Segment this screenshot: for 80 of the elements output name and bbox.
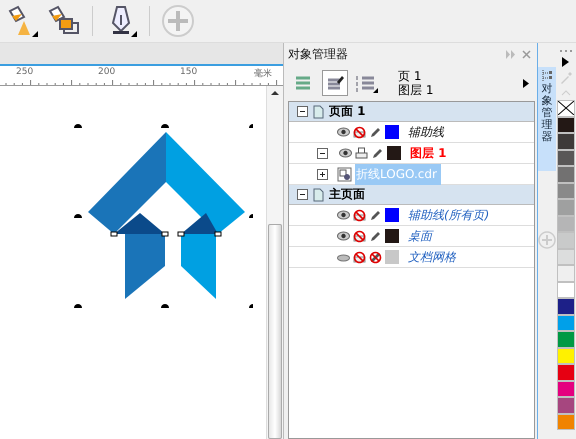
object-tree-icon: [541, 69, 553, 83]
layer-color-swatch[interactable]: [385, 229, 399, 243]
collapse-toggle[interactable]: [317, 148, 328, 158]
layers-pencil-icon: [326, 74, 344, 92]
eye-icon[interactable]: [337, 231, 350, 241]
eye-icon[interactable]: [337, 210, 350, 220]
pencil-icon[interactable]: [369, 126, 382, 138]
layer-color-swatch[interactable]: [385, 208, 399, 222]
color-swatch[interactable]: [557, 116, 575, 133]
page-name: 主页面: [329, 186, 365, 203]
docker-tab[interactable]: 对象管理器: [538, 67, 556, 171]
collapse-toggle[interactable]: [297, 106, 308, 117]
color-swatch[interactable]: [557, 265, 575, 282]
closed-eye-icon[interactable]: [337, 252, 350, 262]
color-swatch[interactable]: [557, 232, 575, 248]
color-swatch[interactable]: [557, 380, 575, 397]
ruler-unit: 毫米: [254, 67, 272, 80]
no-print-icon[interactable]: [353, 126, 366, 138]
no-color-swatch[interactable]: [557, 100, 575, 116]
edit-layers-button[interactable]: [322, 70, 348, 96]
ruler-label: 200: [98, 67, 116, 77]
layer-row[interactable]: 辅助线(所有页): [289, 205, 534, 226]
printer-icon[interactable]: [355, 146, 368, 160]
layer-color-swatch[interactable]: [385, 125, 399, 139]
collapse-toggle[interactable]: [297, 189, 308, 200]
color-swatch[interactable]: [557, 414, 575, 430]
layer-color-swatch[interactable]: [385, 250, 399, 264]
palette-options-icon[interactable]: [559, 49, 573, 53]
page-icon: [313, 188, 324, 202]
vertical-scrollbar[interactable]: [266, 86, 283, 439]
color-swatch[interactable]: [557, 282, 575, 298]
layer-row[interactable]: 辅助线: [289, 122, 534, 143]
color-swatch[interactable]: [557, 298, 575, 314]
color-swatch[interactable]: [557, 248, 575, 265]
pencil-icon[interactable]: [371, 146, 384, 160]
ruler-label: 250: [16, 67, 34, 77]
color-swatch[interactable]: [557, 216, 575, 232]
pencil-icon[interactable]: [369, 208, 382, 222]
layer-name: 辅助线(所有页): [408, 206, 490, 224]
panel-menu-icon[interactable]: [523, 78, 529, 88]
color-swatch[interactable]: [557, 364, 575, 380]
color-swatch[interactable]: [557, 314, 575, 331]
expand-toggle[interactable]: [317, 168, 328, 180]
color-swatch[interactable]: [557, 348, 575, 364]
eye-icon[interactable]: [339, 148, 352, 158]
color-swatch[interactable]: [557, 133, 575, 150]
page-icon: [313, 104, 324, 118]
numbered-layers-icon: [356, 73, 378, 93]
page-row[interactable]: 页面 1: [289, 102, 534, 122]
no-print-icon[interactable]: [353, 208, 366, 222]
layer-name: 桌面: [408, 228, 432, 244]
panel-title: 对象管理器: [288, 46, 348, 62]
page-name: 页面 1: [329, 103, 366, 120]
current-page: 页 1: [398, 69, 422, 83]
scroll-up-icon[interactable]: [271, 90, 279, 96]
color-swatch[interactable]: [557, 150, 575, 166]
pencil-icon[interactable]: [369, 230, 382, 242]
no-print-icon[interactable]: [353, 230, 366, 242]
scrollbar-thumb[interactable]: [268, 224, 282, 439]
layers-icon: [294, 74, 312, 92]
layer-color-swatch[interactable]: [387, 146, 401, 160]
color-swatch[interactable]: [557, 397, 575, 414]
color-swatch[interactable]: [557, 166, 575, 182]
group-object-icon: [337, 166, 352, 182]
layer-name: 文档网格: [408, 248, 456, 266]
layer-name: 图层 1: [410, 144, 447, 162]
ruler-label: 150: [180, 67, 198, 77]
palette-flyout-icon[interactable]: [562, 57, 570, 67]
color-swatch[interactable]: [557, 199, 575, 216]
layer-name: 辅助线: [408, 124, 444, 140]
eye-icon[interactable]: [337, 127, 350, 137]
layer-row[interactable]: 桌面: [289, 226, 534, 247]
locked-pencil-icon[interactable]: [369, 250, 382, 264]
layer-row[interactable]: 图层 1: [289, 143, 534, 164]
no-print-icon[interactable]: [353, 250, 366, 264]
master-page-row[interactable]: 主页面: [289, 185, 534, 205]
color-swatch[interactable]: [557, 182, 575, 199]
current-layer: 图层 1: [398, 83, 434, 97]
color-swatch[interactable]: [557, 331, 575, 348]
layer-row[interactable]: 文档网格: [289, 247, 534, 268]
